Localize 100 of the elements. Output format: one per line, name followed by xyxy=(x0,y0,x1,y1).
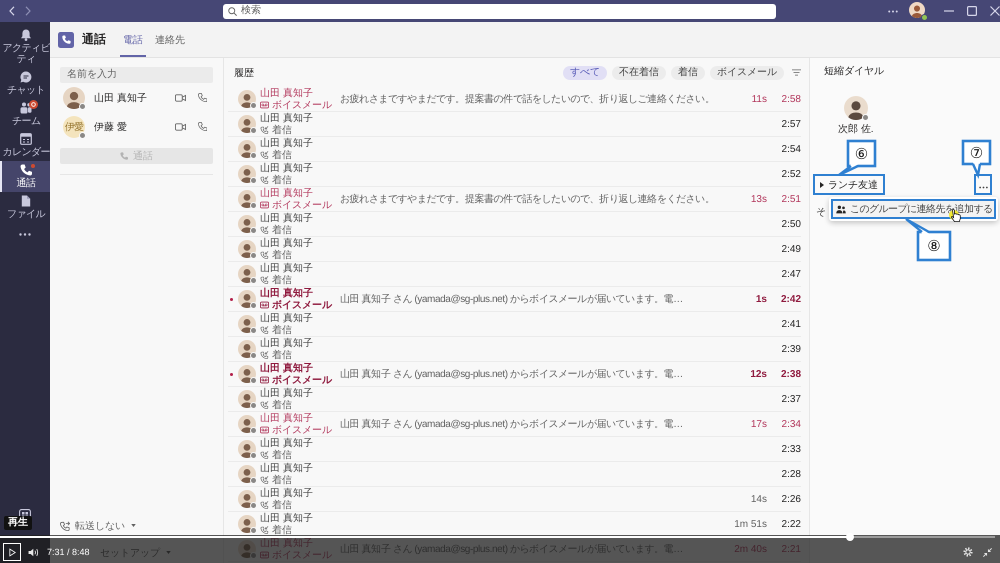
call-duration: 12s xyxy=(750,368,767,380)
user-avatar-icon[interactable] xyxy=(909,2,926,18)
status-dot-icon xyxy=(250,452,257,459)
voicemail-icon xyxy=(260,426,269,434)
call-duration: 13s xyxy=(750,194,767,204)
filter-icon[interactable] xyxy=(792,69,801,76)
caller-name[interactable]: 山田 真知子 xyxy=(260,138,336,148)
minimize-icon[interactable] xyxy=(944,10,954,12)
avatar-icon xyxy=(238,315,256,333)
caller-name[interactable]: 山田 真知子 xyxy=(260,212,336,224)
speed-dial-contact[interactable]: 次郎 佐. xyxy=(838,96,874,136)
incoming-call-icon xyxy=(260,126,269,134)
app-bar-item[interactable]: カレンダー xyxy=(0,130,50,161)
call-type-label: 着信 xyxy=(272,224,292,236)
close-icon[interactable] xyxy=(990,6,1000,16)
status-dot-icon xyxy=(250,377,257,384)
call-time: 2:52 xyxy=(782,168,801,180)
search-field[interactable]: 検索 xyxy=(222,4,776,18)
call-time: 2:28 xyxy=(782,468,801,480)
tooltip: 再生 xyxy=(4,516,32,530)
caller-name[interactable]: 山田 真知子 xyxy=(260,338,336,348)
filter-chip[interactable]: 着信 xyxy=(671,66,705,80)
caller-name[interactable]: 山田 真知子 xyxy=(260,488,336,498)
status-dot-icon xyxy=(250,102,257,109)
caller-name[interactable]: 山田 真知子 xyxy=(260,88,336,98)
forwarding-dropdown[interactable]: 転送しない xyxy=(75,518,125,532)
maximize-icon[interactable] xyxy=(967,6,977,16)
section-title: 履歴 xyxy=(234,66,254,80)
caller-name[interactable]: 山田 真知子 xyxy=(260,388,336,398)
caller-name[interactable]: 山田 真知子 xyxy=(260,312,336,324)
bell-icon xyxy=(20,29,32,41)
file-icon xyxy=(20,195,32,207)
people-icon xyxy=(836,204,846,214)
call-type-label: 着信 xyxy=(272,150,292,160)
contact-name[interactable]: 山田 真知子 xyxy=(94,90,175,104)
call-time: 2:47 xyxy=(782,268,801,280)
incoming-call-icon xyxy=(260,451,269,459)
volume-icon[interactable] xyxy=(28,548,39,556)
app-bar-item[interactable]: チャット xyxy=(0,68,50,99)
status-dot-icon xyxy=(250,502,257,509)
incoming-call-icon xyxy=(260,176,269,184)
caller-name[interactable]: 山田 真知子 xyxy=(260,412,336,424)
call-type-label: ボイスメール xyxy=(272,300,332,310)
contact-name[interactable]: 伊藤 愛 xyxy=(94,120,175,134)
status-dot-icon xyxy=(250,127,257,134)
exit-fullscreen-icon[interactable] xyxy=(983,548,992,556)
app-bar-item[interactable]: 通話 xyxy=(0,161,50,192)
group-header[interactable]: ランチ友達 xyxy=(813,174,885,195)
caller-name[interactable]: 山田 真知子 xyxy=(260,438,336,448)
caller-name[interactable]: 山田 真知子 xyxy=(260,262,336,274)
app-bar-item[interactable]: ファイル xyxy=(0,192,50,223)
call-time: 2:50 xyxy=(782,218,801,230)
caller-name[interactable]: 山田 真知子 xyxy=(260,162,336,174)
callout-number: ⑥ xyxy=(837,139,877,177)
callout-number: ⑧ xyxy=(903,217,952,262)
play-button[interactable] xyxy=(3,543,21,561)
incoming-call-icon xyxy=(260,351,269,359)
call-time: 2:49 xyxy=(782,244,801,254)
filter-chip[interactable]: ボイスメール xyxy=(710,66,784,80)
avatar-icon xyxy=(238,190,256,208)
filter-chip[interactable]: すべて xyxy=(563,66,607,80)
settings-icon[interactable] xyxy=(963,547,973,557)
call-type-label: 着信 xyxy=(272,474,292,486)
caller-name[interactable]: 山田 真知子 xyxy=(260,238,336,248)
more-icon[interactable] xyxy=(888,10,898,12)
video-call-icon[interactable] xyxy=(175,94,186,102)
caller-name[interactable]: 山田 真知子 xyxy=(260,188,336,198)
caller-name[interactable]: 山田 真知子 xyxy=(260,288,336,298)
call-time: 2:22 xyxy=(782,518,801,530)
initials-avatar: 伊愛 xyxy=(63,116,85,138)
voicemail-icon xyxy=(260,301,269,309)
callout-number: ⑦ xyxy=(961,139,992,177)
filter-chip[interactable]: 不在着信 xyxy=(612,66,666,80)
app-bar-item[interactable]: チーム xyxy=(0,99,50,130)
caller-name[interactable]: 山田 真知子 xyxy=(260,462,336,474)
incoming-call-icon xyxy=(260,501,269,509)
app-bar-item[interactable]: アクティビティ xyxy=(0,26,50,68)
voicemail-transcript: 山田 真知子 さん (yamada@sg-plus.net) からボイスメールが届いています。電… xyxy=(340,294,683,305)
name-input-field[interactable]: 名前を入力 xyxy=(60,67,213,83)
status-dot-icon xyxy=(250,252,257,259)
avatar-icon xyxy=(238,515,256,533)
video-call-icon[interactable] xyxy=(175,122,186,130)
caller-name[interactable]: 山田 真知子 xyxy=(260,362,336,374)
caret-icon[interactable] xyxy=(131,524,136,527)
avatar-icon xyxy=(238,365,256,383)
phone-icon xyxy=(20,164,32,176)
status-dot-icon xyxy=(250,402,257,409)
more-icon[interactable] xyxy=(19,233,31,236)
avatar-icon xyxy=(63,86,85,108)
group-header[interactable]: そ xyxy=(816,207,826,219)
caller-name[interactable]: 山田 真知子 xyxy=(260,112,336,124)
incoming-call-icon xyxy=(260,526,269,534)
phone-icon[interactable] xyxy=(198,93,207,102)
avatar-icon xyxy=(238,240,256,258)
caller-name[interactable]: 山田 真知子 xyxy=(260,512,336,524)
tab[interactable]: 連絡先 xyxy=(152,22,188,57)
more-options-button[interactable] xyxy=(974,174,992,195)
call-type-label: 着信 xyxy=(272,174,292,186)
phone-icon[interactable] xyxy=(198,122,207,131)
search-icon xyxy=(228,6,237,16)
